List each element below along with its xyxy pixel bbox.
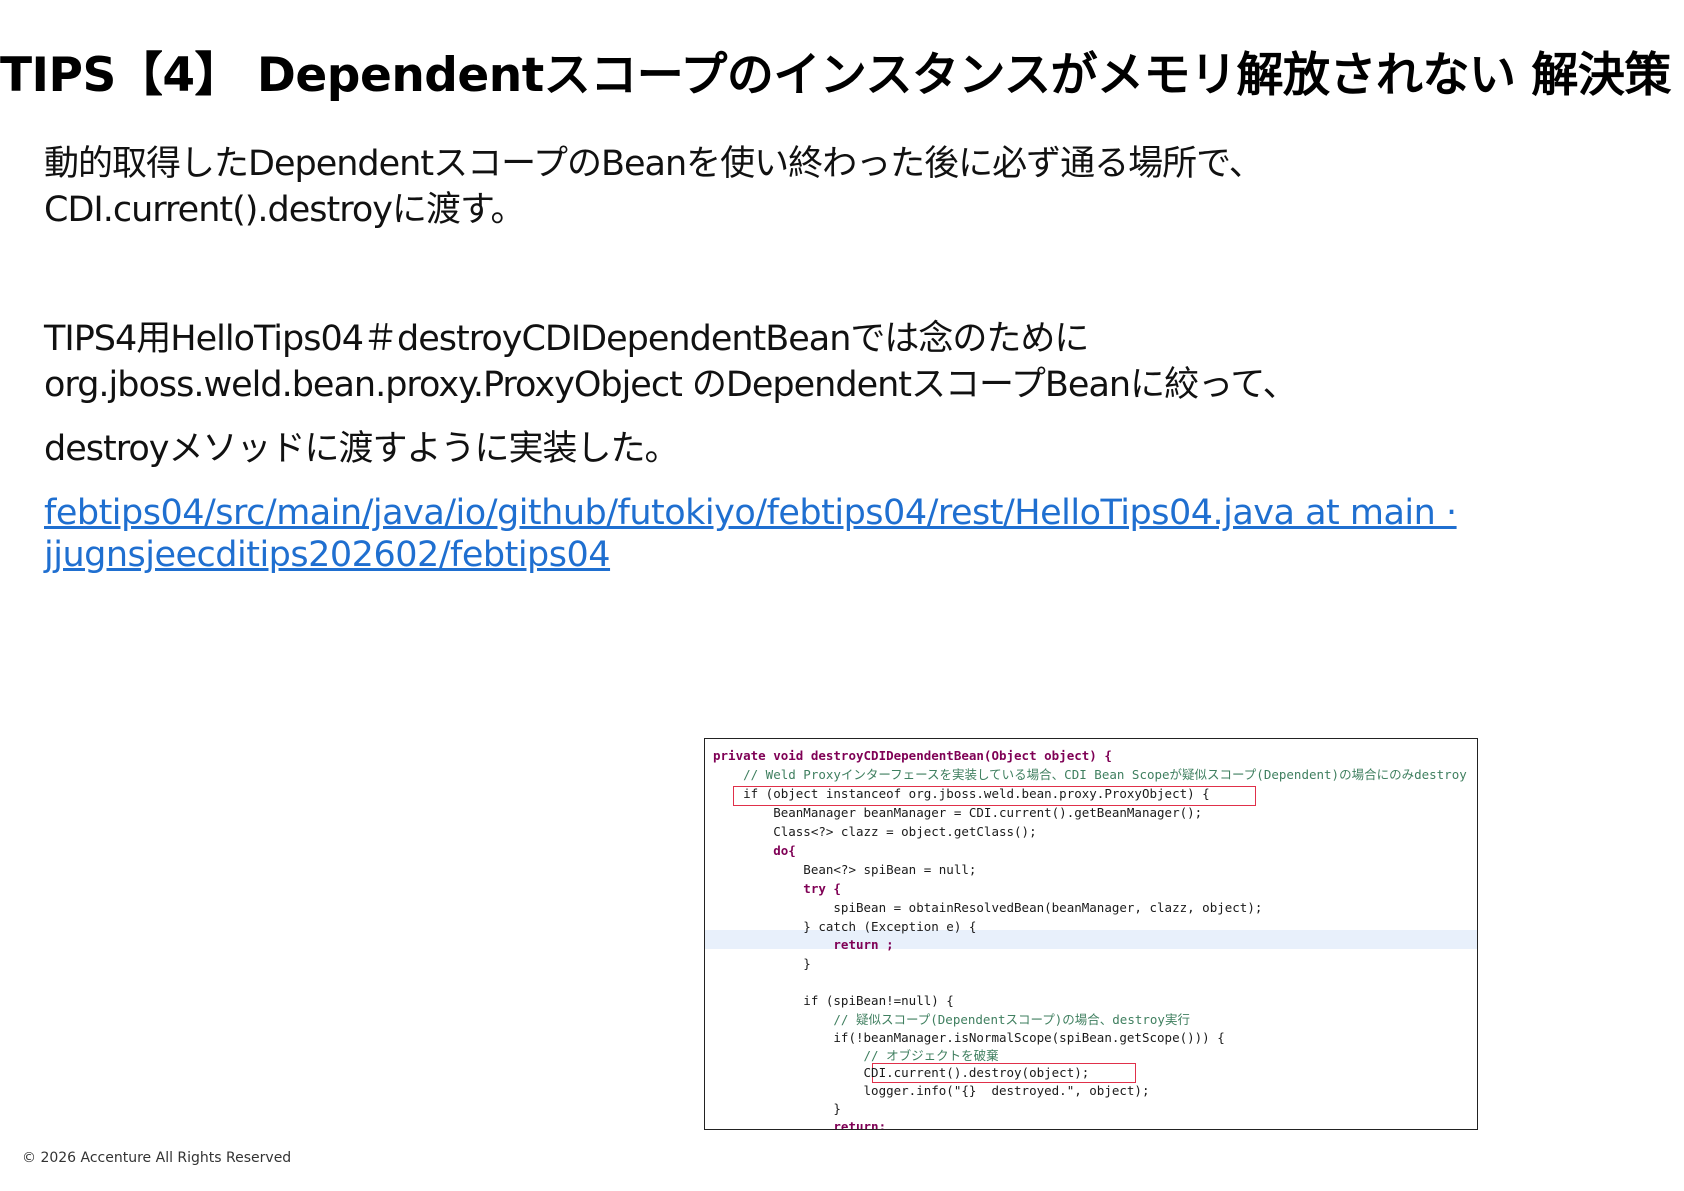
code-line: // 疑似スコープ(Dependentスコープ)の場合、destroy実行	[713, 1012, 1190, 1027]
code-line: private void destroyCDIDependentBean(Obj…	[713, 748, 1112, 763]
code-line: // オブジェクトを破棄	[713, 1048, 999, 1063]
paragraph2-line3: destroyメソッドに渡すように実装した。	[44, 429, 679, 469]
paragraph2-line2: org.jboss.weld.bean.proxy.ProxyObject のD…	[44, 365, 1298, 405]
code-line: if(!beanManager.isNormalScope(spiBean.ge…	[713, 1030, 1225, 1045]
code-line: CDI.current().destroy(object);	[713, 1065, 1090, 1080]
code-line: if (spiBean!=null) {	[713, 993, 954, 1008]
code-line: if (object instanceof org.jboss.weld.bea…	[713, 786, 1210, 801]
source-link-line1[interactable]: febtips04/src/main/java/io/github/futoki…	[44, 492, 1457, 534]
code-line: Bean<?> spiBean = null;	[713, 862, 977, 877]
code-line: // Weld Proxyインターフェースを実装している場合、CDI Bean …	[713, 767, 1467, 782]
copyright-footer: © 2026 Accenture All Rights Reserved	[22, 1150, 292, 1166]
code-line: logger.info("{} destroyed.", object);	[713, 1083, 1150, 1098]
code-line: return;	[713, 1119, 887, 1130]
code-line: return ;	[713, 937, 894, 952]
code-line: }	[713, 1101, 841, 1116]
code-line: } catch (Exception e) {	[713, 919, 977, 934]
paragraph2-line1: TIPS4用HelloTips04＃destroyCDIDependentBea…	[44, 319, 1089, 359]
slide-title: TIPS【4】 Dependentスコープのインスタンスがメモリ解放されない 解…	[0, 48, 1671, 103]
code-line: do{	[713, 843, 796, 858]
paragraph1-line2: CDI.current().destroyに渡す。	[44, 190, 525, 230]
code-line: try {	[713, 881, 841, 896]
code-screenshot: private void destroyCDIDependentBean(Obj…	[704, 738, 1478, 1130]
code-line: BeanManager beanManager = CDI.current().…	[713, 805, 1203, 820]
code-line: spiBean = obtainResolvedBean(beanManager…	[713, 900, 1263, 915]
code-line: Class<?> clazz = object.getClass();	[713, 824, 1037, 839]
code-line: }	[713, 956, 811, 971]
paragraph1-line1: 動的取得したDependentスコープのBeanを使い終わった後に必ず通る場所で…	[44, 144, 1264, 184]
source-link-line2[interactable]: jjugnsjeecditips202602/febtips04	[44, 534, 611, 576]
